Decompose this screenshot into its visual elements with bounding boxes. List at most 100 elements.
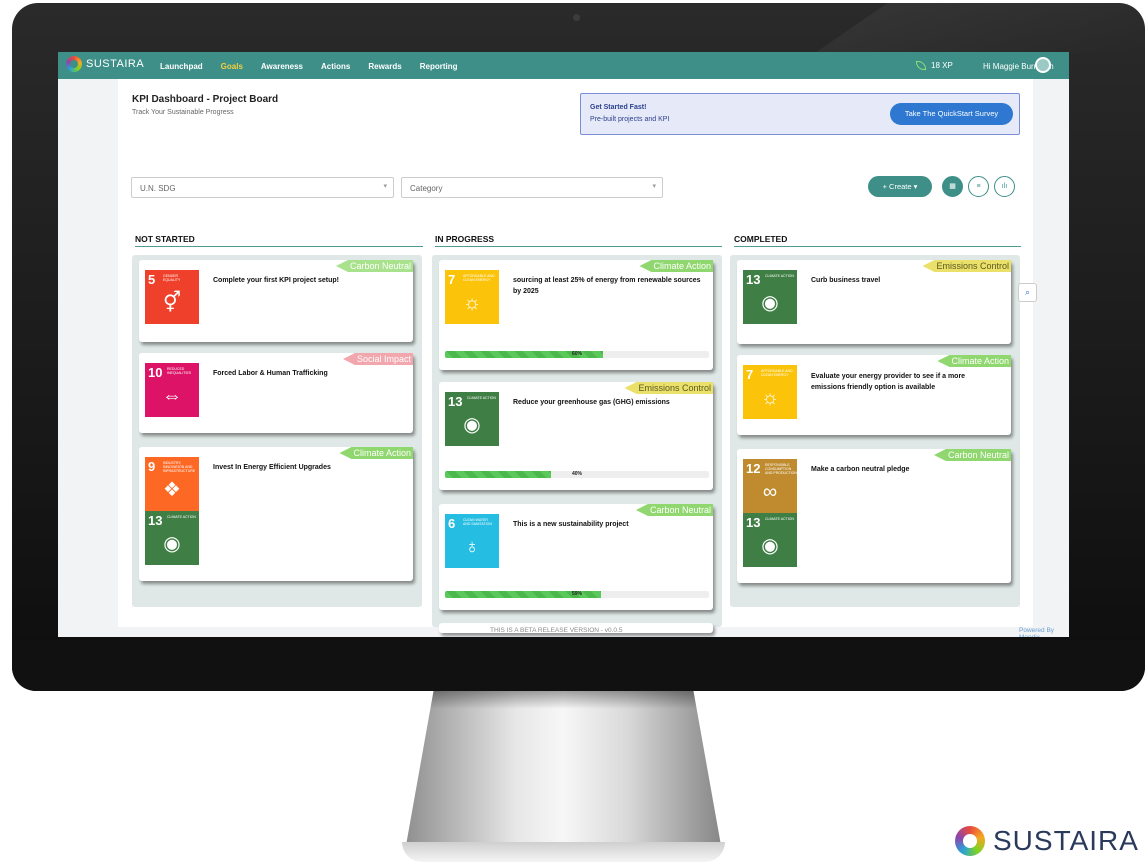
- brand-name: SUSTAIRA: [86, 58, 145, 70]
- category-tag: Carbon Neutral: [335, 260, 413, 272]
- column-header-not-started: NOT STARTED: [135, 234, 423, 247]
- sdg-12-tile: 12 Responsible Consumption and Productio…: [743, 459, 797, 513]
- sdg-label: Affordable and Clean Energy: [761, 369, 793, 377]
- progress-label: 60%: [571, 351, 582, 357]
- kpi-card[interactable]: Social Impact 10 Reduced Inequalities ⇔ …: [139, 353, 413, 433]
- kpi-card[interactable]: Climate Action 7 Affordable and Clean En…: [439, 260, 713, 370]
- top-navbar: SUSTAIRA Launchpad Goals Awareness Actio…: [58, 52, 1069, 79]
- sdg-label: Reduced Inequalities: [167, 367, 192, 375]
- caret-down-icon: ▾: [911, 182, 918, 191]
- chat-icon[interactable]: ⌕: [1018, 283, 1037, 302]
- sdg-filter-placeholder: U.N. SDG: [140, 184, 176, 193]
- sdg-6-tile: 6 Clean Water and Sanitation ♁: [445, 514, 499, 568]
- page-title: KPI Dashboard - Project Board: [132, 94, 279, 105]
- sdg-9-tile: 9 Industry, Innovation and Infrastructur…: [145, 457, 199, 511]
- sdg-13-tile: 13 Climate Action ◉: [145, 511, 199, 565]
- quickstart-subtitle: Pre-built projects and KPI: [590, 116, 670, 123]
- sdg-number: 13: [746, 272, 761, 287]
- monitor-stand: [405, 691, 722, 851]
- sdg-label: Affordable and Clean Energy: [463, 274, 495, 282]
- column-in-progress: Climate Action 7 Affordable and Clean En…: [432, 255, 722, 633]
- card-title: Invest In Energy Efficient Upgrades: [213, 464, 331, 471]
- cubes-icon: ❖: [163, 479, 181, 501]
- page-subtitle: Track Your Sustainable Progress: [132, 109, 234, 116]
- progress-bar: 60%: [445, 351, 709, 358]
- app-screen: SUSTAIRA Launchpad Goals Awareness Actio…: [58, 52, 1069, 637]
- card-title: sourcing at least 25% of energy from ren…: [513, 277, 701, 295]
- app-logo[interactable]: SUSTAIRA: [66, 56, 144, 72]
- column-not-started: Carbon Neutral 5 Gender Equality ⚥ Compl…: [132, 255, 422, 607]
- monitor-stand-base: [402, 842, 725, 862]
- bezel-gloss: [815, 3, 1145, 53]
- list-view-button[interactable]: ≡: [968, 176, 989, 197]
- sdg-number: 13: [148, 513, 163, 528]
- column-completed: Emissions Control 13 Climate Action ◉ Cu…: [730, 255, 1020, 607]
- sdg-10-tile: 10 Reduced Inequalities ⇔: [145, 363, 199, 417]
- sustaira-logo-icon: [955, 826, 985, 856]
- monitor-chin: [12, 640, 1145, 691]
- nav-launchpad[interactable]: Launchpad: [160, 62, 203, 71]
- grid-view-button[interactable]: ▦: [942, 176, 963, 197]
- xp-value: 18 XP: [931, 61, 953, 70]
- sdg-label: Climate Action: [765, 274, 794, 278]
- nav-actions[interactable]: Actions: [321, 62, 350, 71]
- bar-chart-icon: ılı: [1001, 183, 1008, 190]
- beta-notice: THIS IS A BETA RELEASE VERSION - v0.0.5: [490, 627, 623, 634]
- category-filter-placeholder: Category: [410, 184, 443, 193]
- sdg-5-tile: 5 Gender Equality ⚥: [145, 270, 199, 324]
- column-header-in-progress: IN PROGRESS: [435, 234, 722, 247]
- main-content: KPI Dashboard - Project Board Track Your…: [118, 79, 1033, 633]
- category-filter-select[interactable]: Category ▾: [401, 177, 663, 198]
- chevron-down-icon: ▾: [652, 183, 656, 190]
- avatar[interactable]: [1035, 57, 1051, 73]
- kpi-card[interactable]: Emissions Control 13 Climate Action ◉ Re…: [439, 382, 713, 490]
- sdg-label: Gender Equality: [163, 274, 181, 282]
- sdg-label: Climate Action: [765, 517, 794, 521]
- column-header-completed: COMPLETED: [734, 234, 1021, 247]
- kpi-card[interactable]: Emissions Control 13 Climate Action ◉ Cu…: [737, 260, 1011, 344]
- progress-bar: 59%: [445, 591, 709, 598]
- nav-reporting[interactable]: Reporting: [420, 62, 458, 71]
- card-title: Reduce your greenhouse gas (GHG) emissio…: [513, 399, 670, 406]
- category-tag: Carbon Neutral: [933, 449, 1011, 461]
- nav-awareness[interactable]: Awareness: [261, 62, 303, 71]
- kpi-card[interactable]: Carbon Neutral 5 Gender Equality ⚥ Compl…: [139, 260, 413, 342]
- kpi-card[interactable]: Carbon Neutral 12 Responsible Consumptio…: [737, 449, 1011, 583]
- equality-arrows-icon: ⇔: [162, 385, 182, 407]
- chevron-down-icon: ▾: [383, 183, 387, 190]
- xp-counter: 18 XP: [916, 61, 953, 70]
- nav-rewards[interactable]: Rewards: [368, 62, 401, 71]
- sun-power-icon: ☼: [760, 387, 780, 409]
- kpi-card[interactable]: Climate Action 7 Affordable and Clean En…: [737, 355, 1011, 435]
- gender-symbol-icon: ⚥: [162, 292, 182, 314]
- sdg-number: 6: [448, 516, 456, 531]
- sdg-label: Responsible Consumption and Production: [765, 463, 797, 475]
- quickstart-survey-button[interactable]: Take The QuickStart Survey: [890, 103, 1013, 125]
- sdg-number: 9: [148, 459, 156, 474]
- category-tag: Emissions Control: [624, 382, 713, 394]
- sustaira-logo-icon: [66, 56, 82, 72]
- infinity-icon: ∞: [762, 481, 778, 503]
- kpi-card[interactable]: Carbon Neutral 6 Clean Water and Sanitat…: [439, 504, 713, 610]
- sdg-label: Industry, Innovation and Infrastructure: [163, 461, 196, 473]
- water-drop-icon: ♁: [464, 536, 480, 558]
- nav-goals[interactable]: Goals: [221, 62, 243, 71]
- category-tag: Climate Action: [339, 447, 413, 459]
- category-tag: Carbon Neutral: [635, 504, 713, 516]
- sdg-number: 10: [148, 365, 163, 380]
- progress-label: 40%: [571, 471, 582, 477]
- chart-view-button[interactable]: ılı: [994, 176, 1015, 197]
- sdg-filter-select[interactable]: U.N. SDG ▾: [131, 177, 394, 198]
- kpi-card[interactable]: Climate Action 9 Industry, Innovation an…: [139, 447, 413, 581]
- create-button[interactable]: + Create ▾: [868, 176, 932, 197]
- card-title: Evaluate your energy provider to see if …: [811, 373, 966, 391]
- grid-icon: ▦: [949, 183, 956, 190]
- list-icon: ≡: [976, 183, 981, 190]
- powered-by-link[interactable]: Powered By Mendix: [1019, 627, 1069, 637]
- card-title: Complete your first KPI project setup!: [213, 277, 340, 284]
- card-title: Make a carbon neutral pledge: [811, 466, 910, 473]
- brand-watermark-text: SUSTAIRA: [993, 825, 1139, 856]
- webcam: [573, 14, 580, 21]
- sun-power-icon: ☼: [462, 292, 482, 314]
- eye-globe-icon: ◉: [463, 414, 481, 436]
